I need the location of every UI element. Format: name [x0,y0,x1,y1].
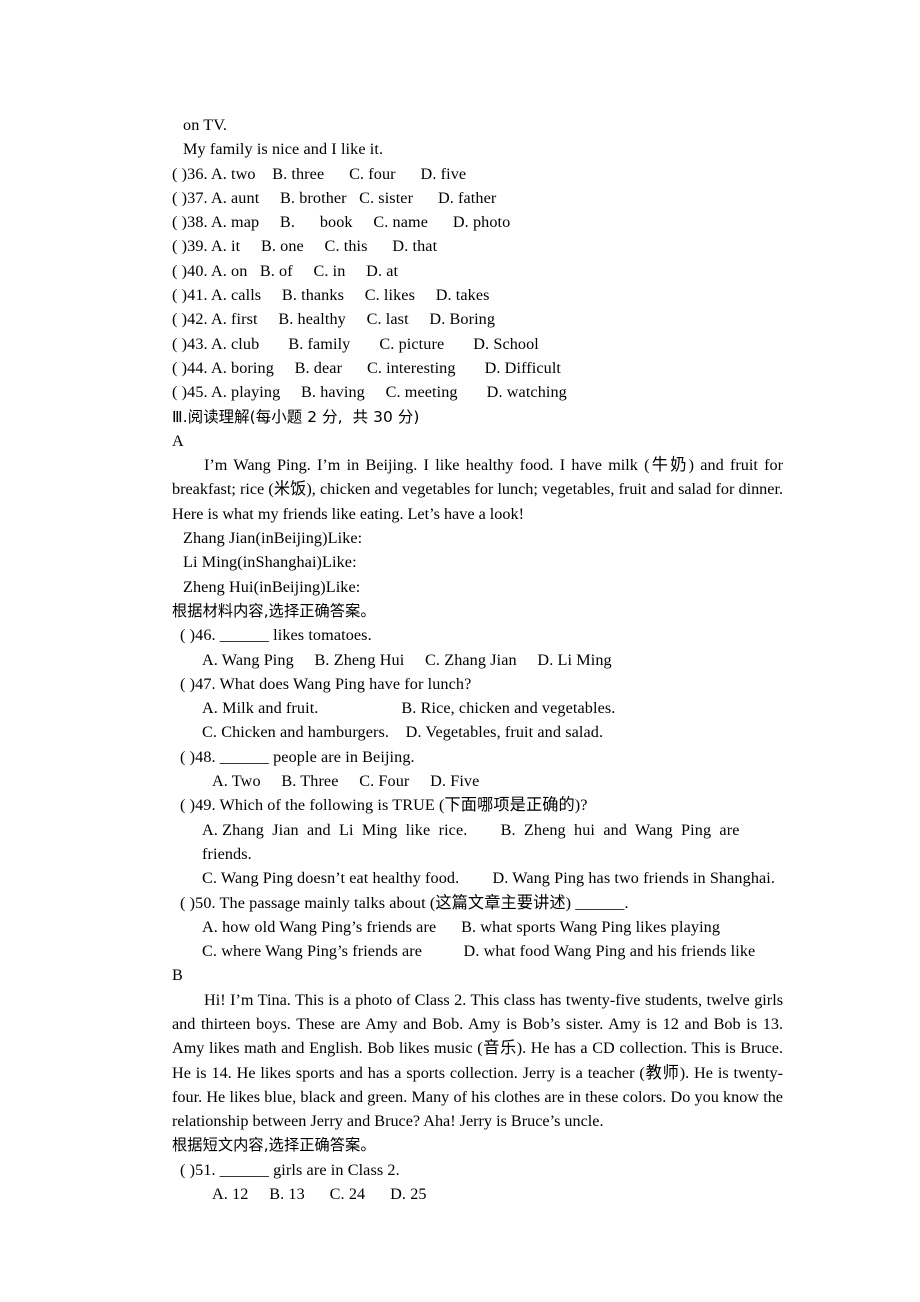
question-options-40: A. on B. of C. in D. at [210,261,399,280]
cloze-question-43: ( )43. A. club B. family C. picture D. S… [172,332,783,356]
question-number-43: ( )43. [172,334,208,353]
passage-a-like-zhang-jian: Zhang Jian(inBeijing)Like: [183,529,363,548]
question-51-stem: ( )51. ______ girls are in Class 2. [180,1160,400,1179]
passage-a-like-li-ming: Li Ming(inShanghai)Like: [183,553,357,572]
question-number-40: ( )40. [172,261,208,280]
question-number-45: ( )45. [172,383,208,402]
question-49-stem: ( )49. Which of the following is TRUE (下… [180,796,588,815]
question-number-36: ( )36. [172,164,208,183]
question-50-options-line-2: C. where Wang Ping’s friends are D. what… [202,942,756,961]
passage-a-letter: A [172,431,184,450]
section-3-heading: Ⅲ.阅读理解(每小题 2 分, 共 30 分) [172,407,420,426]
document-body: on TV. My family is nice and I like it. … [172,113,783,1206]
cloze-question-37: ( )37. A. aunt B. brother C. sister D. f… [172,186,783,210]
question-48-options: A. Two B. Three C. Four D. Five [212,772,480,791]
passage-b-letter: B [172,966,183,985]
passage-b-instruction: 根据短文内容,选择正确答案。 [172,1136,376,1155]
passage-b-text: Hi! I’m Tina. This is a photo of Class 2… [172,990,783,1131]
question-number-41: ( )41. [172,286,208,305]
question-50-options-line-1: A. how old Wang Ping’s friends are B. wh… [202,917,721,936]
question-49-options-line-2: C. Wang Ping doesn’t eat healthy food. D… [202,869,776,888]
passage-a-text: I’m Wang Ping. I’m in Beijing. I like he… [172,456,783,523]
cloze-question-41: ( )41. A. calls B. thanks C. likes D. ta… [172,283,783,307]
question-46-stem: ( )46. ______ likes tomatoes. [180,626,372,645]
cloze-question-44: ( )44. A. boring B. dear C. interesting … [172,356,783,380]
question-47-stem: ( )47. What does Wang Ping have for lunc… [180,674,472,693]
question-51-options: A. 12 B. 13 C. 24 D. 25 [212,1185,427,1204]
cloze-question-36: ( )36. A. two B. three C. four D. five [172,162,783,186]
question-options-42: A. first B. healthy C. last D. Boring [210,310,496,329]
question-50-stem: ( )50. The passage mainly talks about (这… [180,893,629,912]
question-48-stem: ( )48. ______ people are in Beijing. [180,747,415,766]
question-options-44: A. boring B. dear C. interesting D. Diff… [210,358,562,377]
question-options-37: A. aunt B. brother C. sister D. father [210,188,497,207]
question-options-36: A. two B. three C. four D. five [210,164,467,183]
question-number-42: ( )42. [172,310,208,329]
question-number-38: ( )38. [172,213,208,232]
cloze-tail-line-1: on TV. [183,116,228,134]
question-47-options-line-1: A. Milk and fruit. B. Rice, chicken and … [202,699,616,718]
question-options-39: A. it B. one C. this D. that [210,237,438,256]
question-options-38: A. map B. book C. name D. photo [210,213,511,232]
cloze-question-42: ( )42. A. first B. healthy C. last D. Bo… [172,307,783,331]
question-options-41: A. calls B. thanks C. likes D. takes [210,286,490,305]
question-number-44: ( )44. [172,358,208,377]
question-49-options-line-1: A. Zhang Jian and Li Ming like rice. B. … [202,820,748,863]
question-46-options: A. Wang Ping B. Zheng Hui C. Zhang Jian … [202,650,612,669]
document-page: on TV. My family is nice and I like it. … [0,0,920,1302]
cloze-question-39: ( )39. A. it B. one C. this D. that [172,234,783,258]
question-options-43: A. club B. family C. picture D. School [210,334,539,353]
passage-a-like-zheng-hui: Zheng Hui(inBeijing)Like: [183,577,361,596]
cloze-question-40: ( )40. A. on B. of C. in D. at [172,259,783,283]
question-options-45: A. playing B. having C. meeting D. watch… [210,383,567,402]
passage-a-instruction: 根据材料内容,选择正确答案。 [172,601,376,620]
question-number-39: ( )39. [172,237,208,256]
cloze-question-45: ( )45. A. playing B. having C. meeting D… [172,380,783,404]
cloze-question-38: ( )38. A. map B. book C. name D. photo [172,210,783,234]
question-number-37: ( )37. [172,188,208,207]
cloze-tail-line-2: My family is nice and I like it. [183,140,384,159]
question-47-options-line-2: C. Chicken and hamburgers. D. Vegetables… [202,723,604,742]
